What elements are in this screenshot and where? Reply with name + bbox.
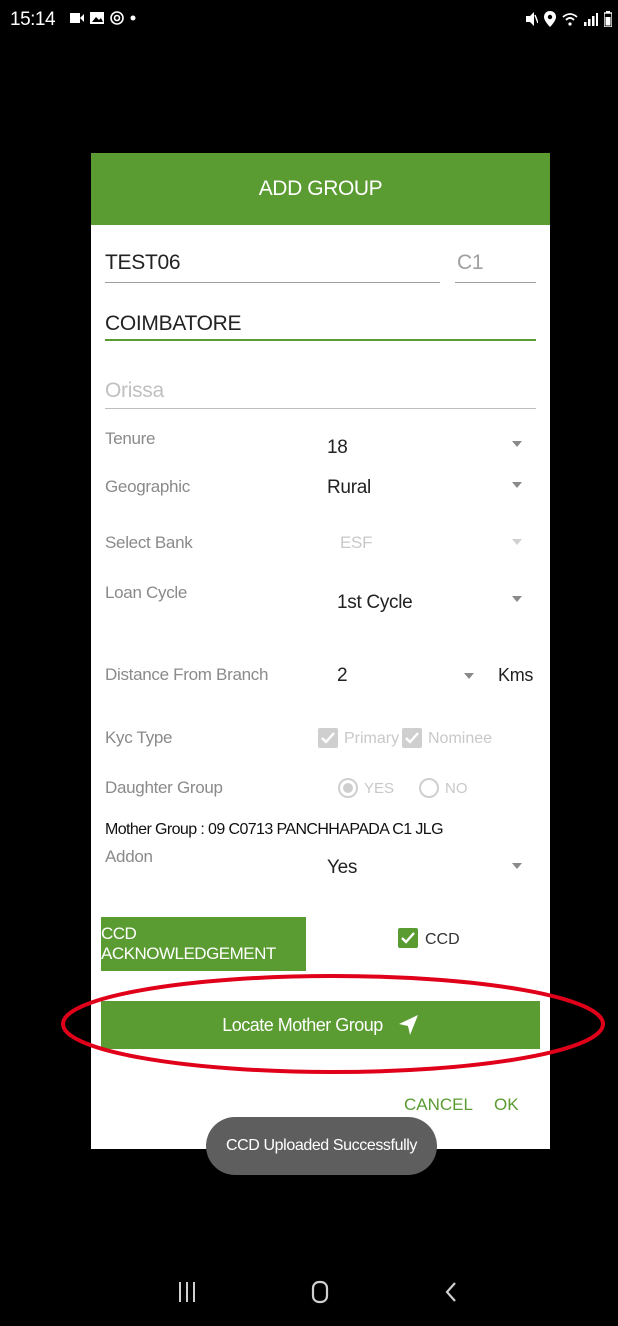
toast: CCD Uploaded Successfully (206, 1117, 437, 1175)
toast-message: CCD Uploaded Successfully (226, 1137, 417, 1154)
back-icon[interactable] (445, 1282, 457, 1302)
recents-icon[interactable] (178, 1282, 196, 1302)
home-icon[interactable] (311, 1280, 329, 1304)
navigation-bar (0, 1260, 618, 1326)
